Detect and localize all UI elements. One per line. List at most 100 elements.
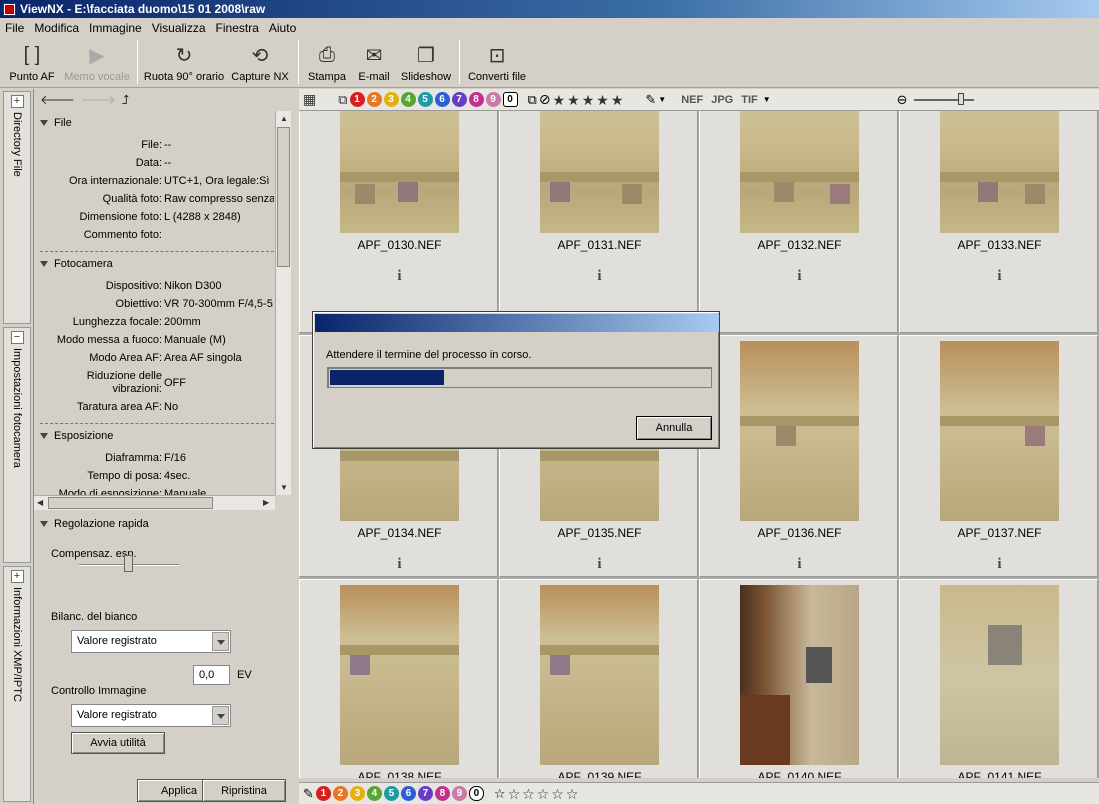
print-button[interactable]: ⎙ Stampa <box>303 38 351 86</box>
thumbnail-image[interactable] <box>740 585 859 765</box>
info-icon[interactable]: i <box>900 268 1099 285</box>
thumbnail-cell[interactable]: APF_0133.NEF i <box>899 111 1098 333</box>
label-set-8[interactable]: 8 <box>434 786 450 801</box>
menu-modifica[interactable]: Modifica <box>29 21 84 35</box>
menu-visualizza[interactable]: Visualizza <box>147 21 211 35</box>
scroll-down-arrow-icon[interactable]: ▼ <box>280 483 288 492</box>
exposure-value-input[interactable]: 0,0 <box>193 665 230 685</box>
thumbnail-cell[interactable]: APF_0141.NEF <box>899 579 1098 778</box>
label-filter-6[interactable]: 6 <box>434 92 450 107</box>
thumbnail-cell[interactable]: APF_0140.NEF <box>699 579 898 778</box>
menu-file[interactable]: File <box>0 21 29 35</box>
scrollbar-thumb[interactable] <box>48 497 213 509</box>
thumbnail-image[interactable] <box>340 585 459 765</box>
label-set-7[interactable]: 7 <box>417 786 433 801</box>
up-folder-icon[interactable]: ⮥ <box>122 92 130 108</box>
convert-file-button[interactable]: ⊡ Converti file <box>464 38 530 86</box>
back-arrow-icon[interactable]: 🡐 <box>40 92 75 108</box>
label-filter-4[interactable]: 4 <box>400 92 416 107</box>
label-set-0[interactable]: 0 <box>468 786 484 801</box>
label-filter-7[interactable]: 7 <box>451 92 467 107</box>
info-icon[interactable]: i <box>300 268 499 285</box>
thumbnail-cell[interactable]: APF_0130.NEF i <box>299 111 498 333</box>
email-button[interactable]: ✉ E-mail <box>351 38 397 86</box>
thumbnail-image[interactable] <box>740 341 859 521</box>
rating-star-icon[interactable]: ☆ <box>522 787 535 801</box>
thumbnail-image[interactable] <box>940 585 1059 765</box>
expand-icon[interactable]: + <box>10 95 24 108</box>
collapse-icon[interactable]: − <box>10 331 24 344</box>
scroll-left-arrow-icon[interactable]: ◀ <box>37 498 43 507</box>
edit-pen-icon[interactable]: ✎ <box>645 92 656 108</box>
info-icon[interactable]: i <box>500 556 699 573</box>
rotate-button[interactable]: ↻ Ruota 90° orario <box>142 38 226 86</box>
label-filter-8[interactable]: 8 <box>468 92 484 107</box>
label-filter-5[interactable]: 5 <box>417 92 433 107</box>
launch-utility-button[interactable]: Avvia utilità <box>71 732 165 754</box>
rating-star-icon[interactable]: ★ <box>611 93 624 107</box>
thumbnail-cell[interactable]: APF_0132.NEF i <box>699 111 898 333</box>
expand-icon[interactable]: + <box>10 570 24 583</box>
info-icon[interactable]: i <box>900 556 1099 573</box>
grid-view-icon[interactable]: ▦ <box>303 91 316 108</box>
thumbnail-image[interactable] <box>540 111 659 233</box>
section-file[interactable]: File <box>40 117 72 129</box>
rating-star-icon[interactable]: ★ <box>596 93 609 107</box>
af-point-button[interactable]: [ ] Punto AF <box>3 38 61 86</box>
rating-star-icon[interactable]: ★ <box>553 93 566 107</box>
label-filter-1[interactable]: 1 <box>349 92 365 107</box>
scrollbar-thumb[interactable] <box>277 127 290 267</box>
reset-button[interactable]: Ripristina <box>202 779 286 802</box>
white-balance-select[interactable]: Valore registrato <box>71 630 231 653</box>
label-set-2[interactable]: 2 <box>332 786 348 801</box>
label-filter-3[interactable]: 3 <box>383 92 399 107</box>
edit-pen-icon[interactable]: ✎ <box>303 786 314 802</box>
label-filter-0[interactable]: 0 <box>502 92 518 107</box>
tab-camera-settings[interactable]: − Impostazioni fotocamera <box>3 327 31 563</box>
slider-knob[interactable] <box>124 555 133 572</box>
label-filter-2[interactable]: 2 <box>366 92 382 107</box>
thumbnail-cell[interactable]: APF_0138.NEF <box>299 579 498 778</box>
label-set-9[interactable]: 9 <box>451 786 467 801</box>
cancel-button[interactable]: Annulla <box>636 416 712 440</box>
metadata-horizontal-scrollbar[interactable]: ◀ ▶ <box>34 495 275 510</box>
section-camera[interactable]: Fotocamera <box>40 258 113 270</box>
label-filter-9[interactable]: 9 <box>485 92 501 107</box>
menu-immagine[interactable]: Immagine <box>84 21 147 35</box>
chevron-down-icon[interactable] <box>212 706 229 725</box>
filter-jpg[interactable]: JPG <box>708 94 736 106</box>
section-exposure[interactable]: Esposizione <box>40 430 113 442</box>
menu-finestra[interactable]: Finestra <box>211 21 264 35</box>
menu-aiuto[interactable]: Aiuto <box>264 21 301 35</box>
capture-nx-button[interactable]: ⟲ Capture NX <box>226 38 294 86</box>
chevron-down-icon[interactable]: ▼ <box>763 95 771 104</box>
thumbnail-image[interactable] <box>340 111 459 233</box>
label-set-1[interactable]: 1 <box>315 786 331 801</box>
picture-control-select[interactable]: Valore registrato <box>71 704 231 727</box>
tab-directory-file[interactable]: + Directory File <box>3 91 31 324</box>
info-icon[interactable]: i <box>700 268 899 285</box>
set-rating-icon[interactable]: ☆ <box>494 786 506 802</box>
slideshow-button[interactable]: ❐ Slideshow <box>397 38 455 86</box>
filter-tif[interactable]: TIF <box>738 94 761 106</box>
rating-star-icon[interactable]: ★ <box>582 93 595 107</box>
rating-star-icon[interactable]: ☆ <box>537 787 550 801</box>
filter-label-icon[interactable]: ⧉ <box>338 92 347 108</box>
voice-memo-button[interactable]: ▶ Memo vocale <box>61 38 133 86</box>
filter-nef[interactable]: NEF <box>678 94 706 106</box>
info-icon[interactable]: i <box>300 556 499 573</box>
label-set-4[interactable]: 4 <box>366 786 382 801</box>
thumbnail-image[interactable] <box>540 585 659 765</box>
label-set-6[interactable]: 6 <box>400 786 416 801</box>
scroll-right-arrow-icon[interactable]: ▶ <box>263 498 269 507</box>
scroll-up-arrow-icon[interactable]: ▲ <box>280 114 288 123</box>
chevron-down-icon[interactable]: ▼ <box>658 95 666 104</box>
thumbnail-image[interactable] <box>940 111 1059 233</box>
info-icon[interactable]: i <box>700 556 899 573</box>
thumbnail-cell[interactable]: APF_0137.NEF i <box>899 335 1098 577</box>
thumbnail-cell[interactable]: APF_0139.NEF <box>499 579 698 778</box>
thumbnail-size-slider[interactable] <box>913 92 974 105</box>
exposure-slider[interactable] <box>79 555 179 572</box>
thumbnail-cell[interactable]: APF_0136.NEF i <box>699 335 898 577</box>
rating-star-icon[interactable]: ☆ <box>508 787 521 801</box>
